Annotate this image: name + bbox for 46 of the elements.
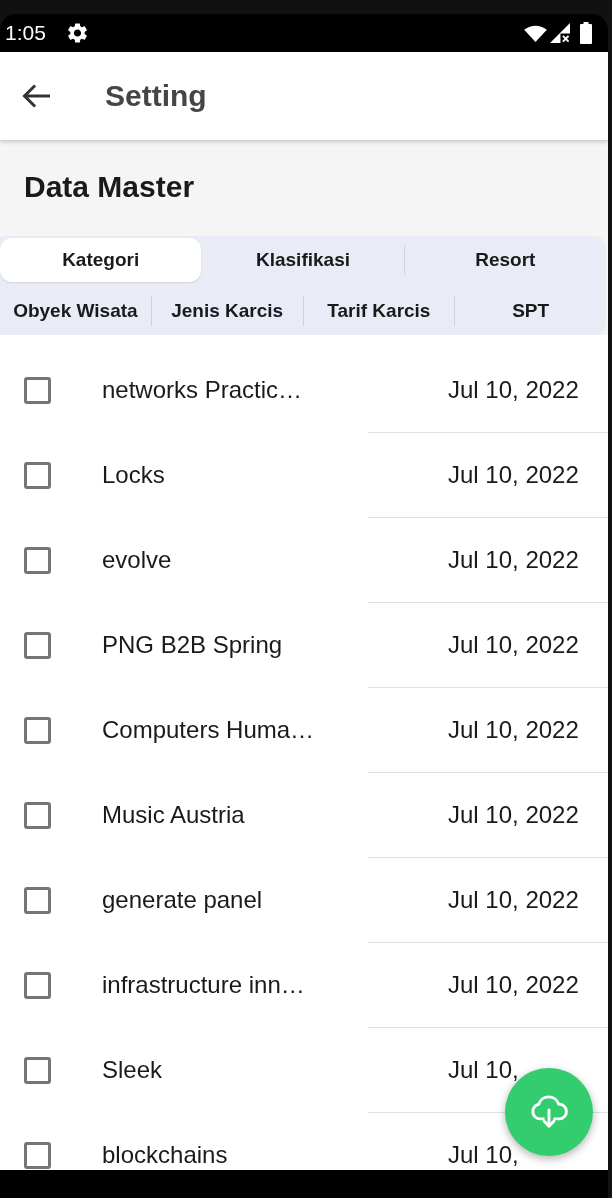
signal-icon	[550, 23, 570, 43]
wifi-icon	[524, 24, 547, 42]
back-arrow-icon	[22, 84, 50, 108]
tab[interactable]: Obyek Wisata	[0, 288, 151, 333]
tab[interactable]: Kategori	[0, 238, 202, 282]
item-date: Jul 10, 2022	[448, 716, 579, 744]
item-name: Computers Huma…	[102, 716, 316, 744]
page-title: Setting	[105, 79, 207, 113]
row-checkbox[interactable]	[24, 1056, 51, 1084]
tab[interactable]: Jenis Karcis	[151, 288, 303, 333]
item-date: Jul 10,	[448, 1141, 519, 1169]
item-date: Jul 10, 2022	[448, 971, 579, 999]
section-title: Data Master	[24, 169, 196, 205]
row-checkbox[interactable]	[24, 376, 51, 404]
item-name: evolve	[102, 546, 173, 574]
item-name: Locks	[102, 461, 166, 489]
item-name: Sleek	[102, 1056, 164, 1084]
cloud-download-icon	[530, 1095, 568, 1129]
item-name: infrastructure inn…	[102, 971, 306, 999]
item-date: Jul 10, 2022	[448, 546, 579, 574]
row-checkbox[interactable]	[24, 631, 51, 659]
tab[interactable]: Tarif Karcis	[303, 288, 455, 333]
status-time: 1:05	[5, 21, 46, 45]
tab[interactable]: Resort	[404, 238, 606, 282]
tab[interactable]: Klasifikasi	[202, 238, 404, 282]
tab[interactable]: SPT	[455, 288, 606, 333]
settings-icon	[67, 23, 87, 43]
row-checkbox[interactable]	[24, 716, 51, 744]
item-date: Jul 10,	[448, 1056, 519, 1084]
battery-icon	[580, 22, 592, 44]
item-date: Jul 10, 2022	[448, 801, 579, 829]
back-button[interactable]	[22, 84, 50, 108]
item-name: Music Austria	[102, 801, 246, 829]
item-name: blockchains	[102, 1141, 229, 1169]
item-name: PNG B2B Spring	[102, 631, 284, 659]
row-checkbox[interactable]	[24, 971, 51, 999]
item-date: Jul 10, 2022	[448, 631, 579, 659]
row-checkbox[interactable]	[24, 461, 51, 489]
item-date: Jul 10, 2022	[448, 461, 579, 489]
row-checkbox[interactable]	[24, 801, 51, 829]
row-checkbox[interactable]	[24, 546, 51, 574]
item-name: generate panel	[102, 886, 264, 914]
item-date: Jul 10, 2022	[448, 376, 579, 404]
item-date: Jul 10, 2022	[448, 886, 579, 914]
item-name: networks Practic…	[102, 376, 304, 404]
row-checkbox[interactable]	[24, 886, 51, 914]
